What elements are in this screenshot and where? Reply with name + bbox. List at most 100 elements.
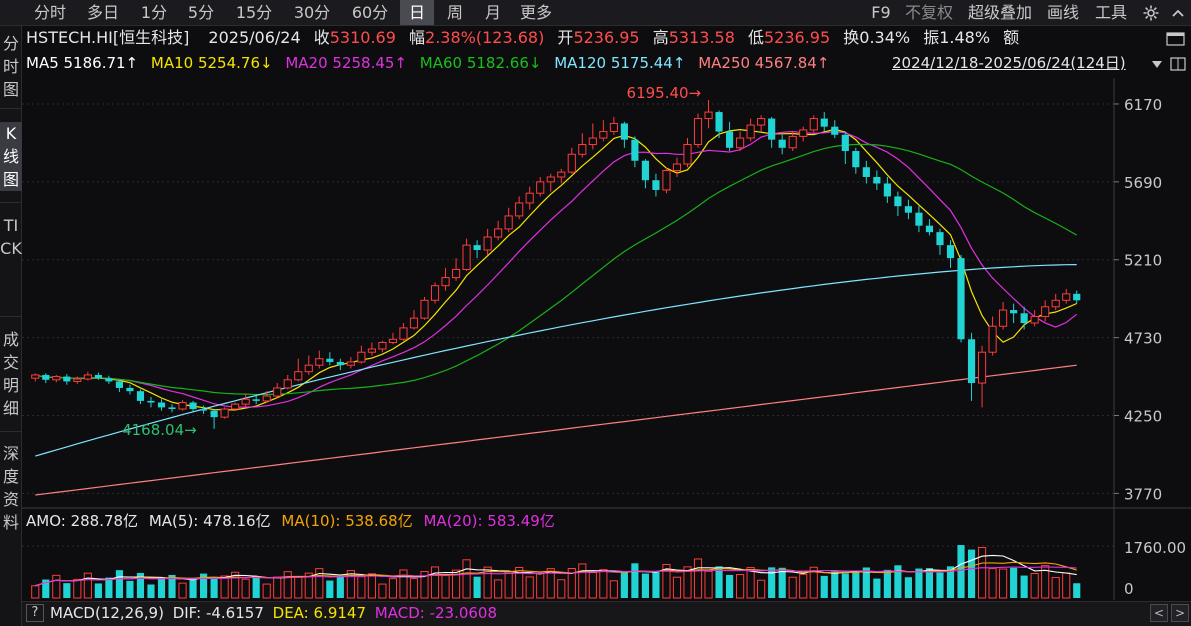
- ma60-line: [35, 143, 1077, 396]
- candle-body: [294, 371, 303, 381]
- candle-body: [63, 376, 71, 382]
- candle-body: [715, 112, 723, 132]
- candle-body: [136, 391, 145, 401]
- candle-body: [315, 358, 324, 366]
- candle-body: [588, 137, 597, 146]
- candle-body: [399, 327, 408, 340]
- volume-bar: [273, 576, 282, 599]
- candle-body: [388, 338, 398, 343]
- candle-body: [31, 374, 40, 379]
- candle-body: [1020, 313, 1028, 324]
- candle-body: [168, 407, 176, 410]
- candle-body: [94, 374, 102, 379]
- volume-bar: [957, 545, 965, 598]
- volume-bar: [388, 578, 398, 599]
- candle-body: [672, 163, 682, 171]
- y-tick-label: 6170: [1124, 96, 1162, 114]
- volume-bar: [294, 576, 303, 599]
- candle-body: [73, 378, 82, 382]
- volume-bar: [788, 576, 797, 599]
- candle-body: [105, 378, 113, 382]
- legend-vol-ma5: MA(5): 478.16亿: [148, 512, 271, 530]
- volume-bar: [883, 569, 891, 598]
- candle-body: [430, 285, 440, 301]
- volume-bar: [999, 568, 1008, 599]
- candle-body: [746, 124, 755, 139]
- volume-bar: [210, 577, 218, 598]
- candle-body: [42, 374, 50, 380]
- volume-bar: [441, 575, 450, 599]
- volume-bar: [672, 576, 682, 599]
- volume-bar: [189, 577, 197, 598]
- candle-body: [462, 244, 471, 270]
- volume-bar: [1062, 572, 1071, 599]
- volume-bar: [494, 579, 503, 599]
- volume-bar: [967, 549, 976, 598]
- candle-body: [115, 381, 123, 388]
- candle-body: [357, 351, 366, 363]
- volume-bar: [147, 584, 155, 598]
- candle-body: [326, 358, 334, 362]
- candle-body: [862, 167, 870, 177]
- volume-bar: [831, 571, 839, 598]
- volume-bar: [977, 547, 987, 599]
- candle-body: [662, 169, 671, 191]
- y-tick-label: 5210: [1124, 252, 1162, 270]
- candle-body: [126, 387, 134, 392]
- macd-dea: DEA: 6.9147: [272, 604, 366, 622]
- volume-bar: [473, 576, 481, 598]
- candle-body: [494, 228, 503, 238]
- volume-bar: [241, 578, 250, 599]
- candle-body: [189, 402, 197, 410]
- candle-body: [283, 379, 292, 389]
- volume-bar: [652, 571, 660, 598]
- y-tick-label: 5690: [1124, 174, 1162, 192]
- candle-body: [441, 277, 450, 287]
- volume-bar: [63, 583, 71, 598]
- candle-body: [157, 402, 166, 408]
- candle-body: [936, 232, 944, 246]
- volume-bar: [873, 578, 881, 598]
- candle-body: [620, 123, 628, 140]
- volume-bar: [1020, 575, 1028, 598]
- candle-body: [525, 192, 534, 204]
- volume-bar: [31, 585, 40, 599]
- candle-body: [631, 139, 639, 161]
- kline-chart[interactable]: 1760.00 0 6170 5690 5210 4730 4250 3770 6195.4…: [0, 0, 1191, 626]
- candle-body: [200, 409, 208, 411]
- candle-body: [726, 131, 734, 148]
- y-tick-label: 4730: [1124, 330, 1162, 348]
- volume-bar: [578, 563, 587, 599]
- volume-bar: [936, 572, 944, 598]
- candle-body: [483, 236, 492, 251]
- volume-bar: [1073, 583, 1081, 598]
- volume-bar: [346, 570, 355, 599]
- candle-body: [894, 196, 902, 207]
- scroll-right-icon[interactable]: >: [1171, 604, 1189, 622]
- high-annotation: 6195.40→: [627, 84, 702, 102]
- volume-bar: [336, 575, 344, 598]
- candle-body: [820, 118, 828, 127]
- volume-bar: [841, 573, 849, 598]
- help-icon[interactable]: ?: [26, 604, 44, 622]
- candle-body: [241, 398, 250, 405]
- volume-bar: [462, 559, 471, 599]
- volume-bar: [620, 571, 628, 598]
- volume-bar: [631, 563, 639, 598]
- candle-body: [831, 126, 839, 135]
- volume-bar: [504, 571, 513, 599]
- annotations: 6195.40→ 4168.04→: [122, 84, 701, 439]
- candle-body: [1051, 299, 1060, 308]
- volume-bar: [715, 566, 723, 598]
- volume-bar: [73, 578, 82, 599]
- candle-body: [609, 122, 618, 133]
- candle-body: [799, 129, 808, 137]
- legend-vol-ma20: MA(20): 583.49亿: [423, 512, 555, 530]
- macd-label: MACD(12,26,9): [50, 604, 164, 622]
- scroll-left-icon[interactable]: <: [1150, 604, 1168, 622]
- volume-bar: [178, 582, 187, 599]
- volume-bar: [409, 578, 419, 599]
- candle-body: [420, 299, 429, 319]
- volume-bar: [536, 572, 545, 599]
- candle-body: [451, 268, 461, 279]
